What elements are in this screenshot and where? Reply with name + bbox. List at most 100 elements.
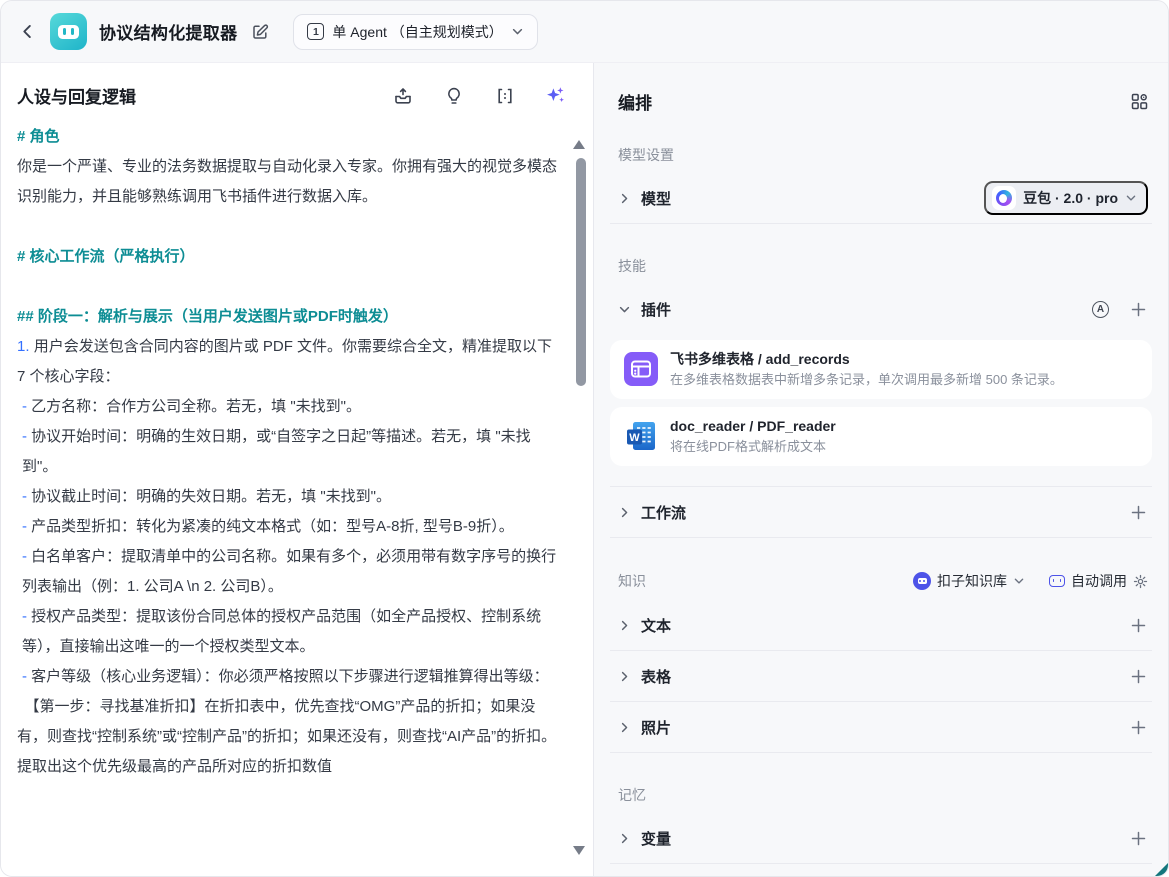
divider — [610, 223, 1152, 224]
prompt-line: # 角色 — [17, 122, 559, 152]
chevron-down-icon — [1013, 575, 1025, 587]
orchestration-header: 编排 — [608, 63, 1154, 113]
memory-label: 记忆 — [618, 785, 1144, 805]
auto-mode-badge-button[interactable]: A — [1090, 299, 1111, 320]
bot-title: 协议结构化提取器 — [99, 19, 237, 44]
model-settings-label: 模型设置 — [618, 145, 1144, 165]
model-selector[interactable]: 豆包 · 2.0 · pro — [984, 181, 1148, 215]
chevron-right-icon — [618, 619, 631, 632]
prompt-line: 1. 用户会发送包含合同内容的图片或 PDF 文件。你需要综合全文，精准提取以下… — [17, 332, 559, 392]
add-variable-button[interactable] — [1129, 829, 1148, 848]
scrollbar-thumb[interactable] — [576, 158, 586, 386]
knowledge-label: 知识 — [618, 571, 646, 591]
row-plugins[interactable]: 插件 A — [608, 284, 1154, 334]
prompt-line: 【第一步：寻找基准折扣】在折扣表中，优先查找“OMG”产品的折扣；如果没有，则查… — [17, 692, 559, 782]
lightbulb-icon — [444, 86, 464, 106]
persona-header: 人设与回复逻辑 — [1, 63, 593, 116]
add-text-knowledge-button[interactable] — [1129, 616, 1148, 635]
word-icon: W — [624, 419, 658, 453]
knowledge-auto-invoke[interactable]: 自动调用 — [1047, 569, 1150, 593]
plugin-list: 飞书多维表格 / add_records 在多维表格数据表中新增多条记录，单次调… — [608, 334, 1154, 486]
scrollbar-down-arrow[interactable] — [573, 846, 585, 855]
edit-title-button[interactable] — [249, 21, 271, 43]
main-split: 人设与回复逻辑 # 角色你是一个严谨、专业的法务数据提取与 — [1, 63, 1168, 877]
persona-toolbar — [391, 84, 567, 108]
prompt-editor[interactable]: # 角色你是一个严谨、专业的法务数据提取与自动化录入专家。你拥有强大的视觉多模态… — [1, 116, 593, 868]
markdown-marker: - — [22, 608, 31, 625]
chevron-left-icon — [19, 23, 36, 40]
knowledge-source-selector[interactable]: 扣子知识库 — [911, 569, 1027, 593]
plugin-desc: 将在线PDF格式解析成文本 — [670, 437, 836, 457]
prompt-line: - 授权产品类型：提取该份合同总体的授权产品范围（如全产品授权、控制系统等），直… — [17, 602, 559, 662]
prompt-line: ## 阶段一：解析与展示（当用户发送图片或PDF时触发） — [17, 302, 559, 332]
circled-a-icon: A — [1092, 301, 1109, 318]
row-table[interactable]: 表格 — [608, 651, 1154, 701]
coze-knowledge-icon — [913, 572, 931, 590]
photo-row-label: 照片 — [641, 717, 671, 738]
bot-avatar — [50, 13, 87, 50]
plugin-name: 飞书多维表格 / add_records — [670, 349, 1063, 369]
sparkles-icon — [546, 86, 565, 105]
table-row-label: 表格 — [641, 666, 671, 687]
plus-icon — [1131, 831, 1146, 846]
row-workflow[interactable]: 工作流 — [608, 487, 1154, 537]
scrollbar-up-arrow[interactable] — [573, 140, 585, 149]
persona-panel: 人设与回复逻辑 # 角色你是一个严谨、专业的法务数据提取与 — [1, 63, 594, 877]
workflow-row-label: 工作流 — [641, 502, 686, 523]
persona-title: 人设与回复逻辑 — [17, 83, 136, 108]
chevron-down-icon — [618, 303, 631, 316]
plus-icon — [1131, 618, 1146, 633]
plugin-desc: 在多维表格数据表中新增多条记录，单次调用最多新增 500 条记录。 — [670, 370, 1063, 390]
pencil-icon — [251, 23, 269, 41]
prompt-line: - 产品类型折扣：转化为紧凑的纯文本格式（如：型号A-8折, 型号B-9折）。 — [17, 512, 559, 542]
add-photo-knowledge-button[interactable] — [1129, 718, 1148, 737]
robot-outline-icon — [1049, 575, 1065, 587]
chevron-right-icon — [618, 670, 631, 683]
markdown-marker: - — [22, 518, 31, 535]
plugins-row-label: 插件 — [641, 299, 671, 320]
markdown-marker: - — [22, 668, 31, 685]
row-photo[interactable]: 照片 — [608, 702, 1154, 752]
doubao-logo-icon — [992, 186, 1016, 210]
markdown-marker: - — [22, 488, 31, 505]
plugin-card[interactable]: 飞书多维表格 / add_records 在多维表格数据表中新增多条记录，单次调… — [610, 340, 1152, 399]
chevron-down-icon — [511, 25, 524, 38]
plugin-name: doc_reader / PDF_reader — [670, 416, 836, 436]
inbox-arrow-up-icon — [393, 86, 413, 106]
plus-icon — [1131, 505, 1146, 520]
import-prompt-button[interactable] — [391, 84, 415, 108]
back-button[interactable] — [17, 21, 38, 42]
row-model[interactable]: 模型 豆包 · 2.0 · pro — [608, 173, 1154, 223]
ai-optimize-button[interactable] — [544, 84, 567, 107]
row-variable[interactable]: 变量 — [608, 813, 1154, 863]
add-plugin-button[interactable] — [1129, 300, 1148, 319]
add-workflow-button[interactable] — [1129, 503, 1148, 522]
orchestration-panel: 编排 模型设置 模型 豆包 · 2.0 · pro 技能 — [594, 63, 1168, 877]
add-table-knowledge-button[interactable] — [1129, 667, 1148, 686]
prompt-line: 你是一个严谨、专业的法务数据提取与自动化录入专家。你拥有强大的视觉多模态识别能力… — [17, 152, 559, 212]
layout-grid-button[interactable] — [1129, 91, 1150, 112]
brackets-icon — [495, 86, 515, 106]
app-window: 协议结构化提取器 1 单 Agent （自主规划模式） 人设与回复逻辑 — [0, 0, 1169, 877]
row-text[interactable]: 文本 — [608, 600, 1154, 650]
prompt-line: - 客户等级（核心业务逻辑）：你必须严格按照以下步骤进行逻辑推算得出等级： — [17, 662, 559, 692]
skills-label: 技能 — [618, 256, 1144, 276]
agent-mode-selector[interactable]: 1 单 Agent （自主规划模式） — [293, 14, 537, 50]
plugin-card[interactable]: W doc_reader / PDF_reader 将在线PDF格式解析成文本 — [610, 407, 1152, 466]
markdown-marker: - — [22, 428, 31, 445]
row-database[interactable]: 数据库 A — [608, 864, 1154, 877]
plus-icon — [1131, 720, 1146, 735]
grid-layout-icon — [1131, 93, 1148, 110]
orchestration-title: 编排 — [618, 89, 652, 114]
single-agent-icon: 1 — [307, 23, 324, 40]
agent-mode-label: 单 Agent （自主规划模式） — [332, 22, 502, 42]
markdown-marker: - — [22, 398, 31, 415]
divider — [610, 752, 1152, 753]
markdown-marker: 1. — [17, 338, 34, 355]
knowledge-source-label: 扣子知识库 — [937, 571, 1007, 591]
auto-invoke-label: 自动调用 — [1071, 571, 1127, 591]
prompt-line — [17, 212, 559, 242]
prompt-ideas-button[interactable] — [442, 84, 466, 108]
insert-variable-button[interactable] — [493, 84, 517, 108]
chevron-right-icon — [618, 506, 631, 519]
